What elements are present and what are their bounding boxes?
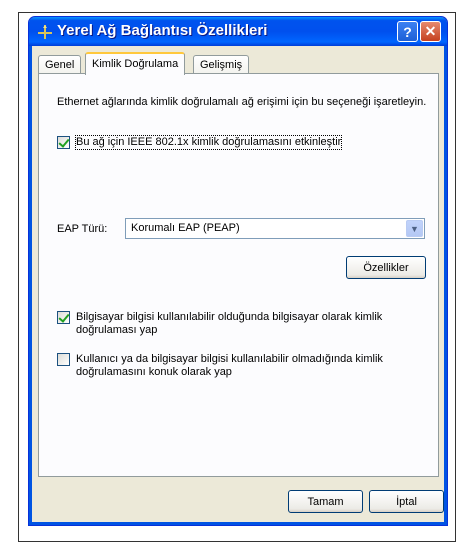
dialog-body: Genel Kimlik Doğrulama Gelişmiş Ethernet… bbox=[32, 46, 444, 522]
network-connection-icon bbox=[38, 25, 52, 39]
close-button[interactable]: ✕ bbox=[420, 21, 441, 42]
ok-button[interactable]: Tamam bbox=[288, 490, 363, 513]
window-title: Yerel Ağ Bağlantısı Özellikleri bbox=[57, 22, 268, 39]
tab-genel[interactable]: Genel bbox=[38, 55, 82, 74]
computer-auth-checkbox[interactable] bbox=[57, 311, 70, 324]
guest-auth-label[interactable]: Kullanıcı ya da bilgisayar bilgisi kulla… bbox=[76, 353, 427, 379]
tab-panel-authentication: Ethernet ağlarında kimlik doğrulamalı ağ… bbox=[38, 73, 439, 477]
tab-gelismis[interactable]: Gelişmiş bbox=[193, 55, 250, 74]
eap-type-label: EAP Türü: bbox=[57, 223, 108, 235]
enable-8021x-label[interactable]: Bu ağ için IEEE 802.1x kimlik doğrulamas… bbox=[74, 135, 343, 150]
guest-auth-checkbox[interactable] bbox=[57, 353, 70, 366]
computer-auth-label[interactable]: Bilgisayar bilgisi kullanılabilir olduğu… bbox=[76, 311, 427, 337]
chevron-down-icon[interactable]: ▼ bbox=[406, 220, 423, 237]
cancel-button[interactable]: İptal bbox=[369, 490, 444, 513]
computer-auth-option[interactable]: Bilgisayar bilgisi kullanılabilir olduğu… bbox=[57, 311, 427, 337]
title-bar[interactable]: Yerel Ağ Bağlantısı Özellikleri ? ✕ bbox=[29, 17, 447, 46]
screenshot-frame: Yerel Ağ Bağlantısı Özellikleri ? ✕ Gene… bbox=[18, 12, 456, 542]
enable-8021x-option[interactable]: Bu ağ için IEEE 802.1x kimlik doğrulamas… bbox=[57, 135, 427, 150]
properties-button[interactable]: Özellikler bbox=[346, 256, 426, 279]
guest-auth-option[interactable]: Kullanıcı ya da bilgisayar bilgisi kulla… bbox=[57, 353, 427, 379]
help-button[interactable]: ? bbox=[397, 21, 418, 42]
enable-8021x-checkbox[interactable] bbox=[57, 136, 70, 149]
eap-type-dropdown[interactable]: Korumalı EAP (PEAP) ▼ bbox=[125, 218, 425, 239]
tab-kimlik-dogrulama[interactable]: Kimlik Doğrulama bbox=[85, 52, 186, 75]
auth-description: Ethernet ağlarında kimlik doğrulamalı ağ… bbox=[57, 96, 427, 108]
eap-type-value: Korumalı EAP (PEAP) bbox=[131, 222, 240, 234]
properties-dialog: Yerel Ağ Bağlantısı Özellikleri ? ✕ Gene… bbox=[28, 16, 448, 526]
